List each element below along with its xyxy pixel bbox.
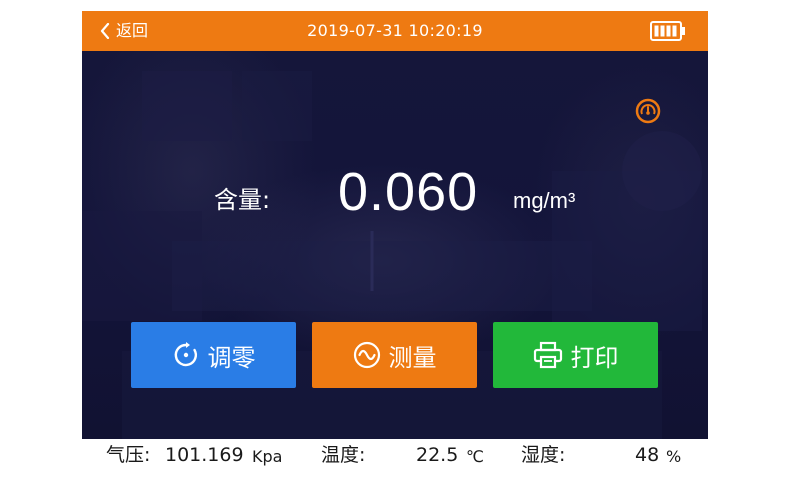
printer-icon <box>533 341 562 369</box>
content-label: 含量: <box>214 186 271 214</box>
measure-button[interactable]: 测量 <box>312 322 477 388</box>
temperature-value: 22.5 <box>416 444 459 466</box>
concentration-value: 0.060 <box>338 162 479 222</box>
zero-button[interactable]: 调零 <box>131 322 296 388</box>
print-button[interactable]: 打印 <box>493 322 658 388</box>
concentration-unit: mg/m³ <box>513 188 576 213</box>
humidity-unit: % <box>666 447 682 466</box>
wave-icon <box>353 341 380 369</box>
status-bar: 气压: 101.169 Kpa 温度: 22.5 ℃ 湿度: 48 % <box>82 439 708 471</box>
humidity-value: 48 <box>635 444 660 466</box>
print-button-label: 打印 <box>570 343 619 372</box>
temperature-label: 温度: <box>321 444 366 466</box>
datetime: 2019-07-31 10:20:19 <box>307 21 483 40</box>
measure-button-label: 测量 <box>388 343 437 372</box>
device-screen: 返回 2019-07-31 10:20:19 含量: 0.060 mg/m³ 调… <box>82 11 708 471</box>
refresh-icon <box>174 342 197 367</box>
humidity-label: 湿度: <box>521 444 566 466</box>
measurement-screen: 含量: 0.060 mg/m³ 调零 测量 打印 <box>82 51 708 439</box>
pressure-value: 101.169 <box>165 444 244 466</box>
top-bar: 返回 2019-07-31 10:20:19 <box>82 11 708 51</box>
gauge-icon[interactable] <box>635 98 661 124</box>
zero-button-label: 调零 <box>207 343 256 372</box>
pressure-label: 气压: <box>106 444 151 466</box>
temperature-unit: ℃ <box>466 447 484 466</box>
pressure-unit: Kpa <box>252 447 283 466</box>
battery-full-icon <box>650 21 685 41</box>
